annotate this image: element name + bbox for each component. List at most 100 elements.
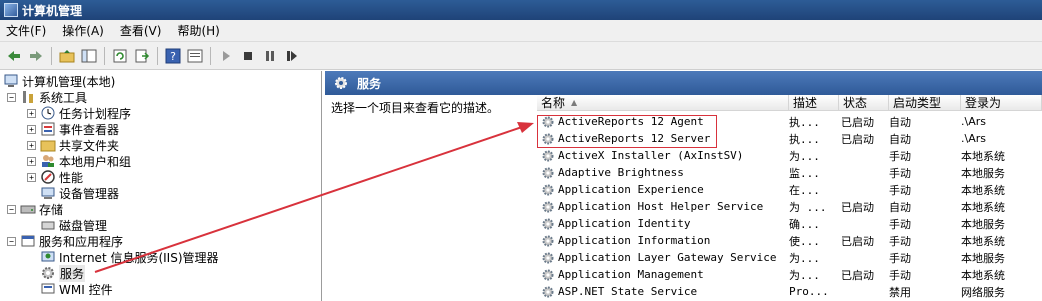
service-startup-cell: 禁用: [889, 285, 911, 299]
export-icon[interactable]: [133, 47, 151, 65]
expand-icon[interactable]: +: [27, 156, 36, 166]
tree-node-iis[interactable]: Internet 信息服务(IIS)管理器: [40, 249, 219, 265]
column-header-status[interactable]: 状态: [839, 95, 889, 111]
table-row[interactable]: ActiveX Installer (AxInstSV) 为... 手动 本地系统: [537, 147, 1042, 164]
refresh-icon[interactable]: [111, 47, 129, 65]
tree-label: 事件查看器: [59, 122, 120, 137]
service-status-cell: 已启动: [841, 132, 874, 146]
service-status-cell: [841, 181, 889, 198]
restart-icon[interactable]: [283, 47, 301, 65]
table-row[interactable]: ASP.NET State Service Pro... 禁用 网络服务: [537, 283, 1042, 300]
tree-label: 共享文件夹: [59, 138, 120, 153]
service-startup-cell: 手动: [889, 268, 911, 282]
back-icon[interactable]: [5, 47, 23, 65]
menu-action[interactable]: 操作(A): [56, 22, 110, 39]
panel-title: 服务: [357, 76, 382, 91]
table-row[interactable]: Application Host Helper Service 为 ... 已启动 自…: [537, 198, 1042, 215]
tree-node-wmi[interactable]: WMI 控件: [40, 281, 113, 297]
menu-help[interactable]: 帮助(H): [171, 22, 225, 39]
table-row[interactable]: Application Identity 确... 手动 本地服务: [537, 215, 1042, 232]
service-startup-cell: 手动: [889, 251, 911, 265]
pause-icon[interactable]: [261, 47, 279, 65]
gear-icon: [542, 218, 554, 229]
show-hide-tree-icon[interactable]: [80, 47, 98, 65]
tree-label: Internet 信息服务(IIS)管理器: [59, 250, 219, 265]
gear-icon: [542, 286, 554, 297]
service-name-cell: ActiveX Installer (AxInstSV): [541, 147, 785, 164]
tree-node-system-tools[interactable]: − 系统工具: [7, 89, 87, 105]
expand-icon[interactable]: +: [27, 124, 36, 134]
tree-node-event-viewer[interactable]: + 事件查看器: [27, 121, 119, 137]
play-icon[interactable]: [217, 47, 235, 65]
service-status-cell: [841, 147, 889, 164]
tree-node-device-manager[interactable]: 设备管理器: [40, 185, 119, 201]
service-logon-cell: .\Ars: [961, 115, 986, 128]
column-header-logon[interactable]: 登录为: [961, 95, 1042, 111]
computer-management-icon: [4, 3, 18, 17]
collapse-icon[interactable]: −: [7, 92, 16, 102]
stop-icon[interactable]: [239, 47, 257, 65]
tree-label: 性能: [59, 170, 84, 185]
service-name-cell: Application Layer Gateway Service: [541, 249, 785, 266]
tree-node-storage[interactable]: − 存储: [7, 201, 63, 217]
column-header-description[interactable]: 描述: [789, 95, 839, 111]
service-name-cell: Application Host Helper Service: [541, 198, 785, 215]
service-startup-cell: 自动: [889, 132, 911, 146]
tree-node-local-users[interactable]: + 本地用户和组: [27, 153, 131, 169]
table-row[interactable]: Application Experience 在... 手动 本地系统: [537, 181, 1042, 198]
tools-icon: [20, 89, 36, 105]
tree-label: 计算机管理(本地): [22, 74, 116, 89]
menu-view[interactable]: 查看(V): [114, 22, 168, 39]
users-icon: [40, 153, 56, 169]
toolbar-separator: [104, 46, 105, 65]
services-pane: 服务 选择一个项目来查看它的描述。 名称 ▲ 描述 状态 启动类型 登录为 Ac…: [325, 71, 1042, 301]
event-viewer-icon: [40, 121, 56, 137]
service-description-cell: 为...: [789, 268, 820, 282]
table-row[interactable]: Adaptive Brightness 监... 手动 本地服务: [537, 164, 1042, 181]
help-icon[interactable]: ?: [164, 47, 182, 65]
column-header-startup[interactable]: 启动类型: [889, 95, 961, 111]
tree-node-performance[interactable]: + 性能: [27, 169, 83, 185]
collapse-icon[interactable]: −: [7, 236, 16, 246]
tree-node-task-scheduler[interactable]: + 任务计划程序: [27, 105, 131, 121]
service-startup-cell: 自动: [889, 115, 911, 129]
storage-icon: [20, 201, 36, 217]
menu-bar: 文件(F) 操作(A) 查看(V) 帮助(H): [0, 20, 1042, 42]
service-logon-cell: 本地服务: [961, 251, 1005, 265]
service-logon-cell: 本地系统: [961, 268, 1005, 282]
table-row[interactable]: Application Layer Gateway Service 为... 手动 本…: [537, 249, 1042, 266]
service-status-cell: [841, 215, 889, 232]
tree-label: 服务: [59, 264, 86, 282]
menu-file[interactable]: 文件(F): [0, 22, 52, 39]
tree-node-services[interactable]: 服务: [40, 264, 86, 282]
service-name: Application Host Helper Service: [558, 200, 764, 213]
iis-icon: [40, 249, 56, 265]
tree-node-disk-management[interactable]: 磁盘管理: [40, 217, 107, 233]
service-name: Application Experience: [558, 183, 704, 196]
tree-node-root[interactable]: 计算机管理(本地): [3, 73, 115, 89]
services-header: 服务: [325, 71, 1042, 95]
gear-icon: [542, 269, 554, 280]
gear-icon: [335, 77, 347, 89]
table-row[interactable]: Application Information 使... 已启动 手动 本地系统: [537, 232, 1042, 249]
service-description-cell: 执...: [789, 115, 820, 129]
tree-node-services-apps[interactable]: − 服务和应用程序: [7, 233, 123, 249]
title-bar: 计算机管理: [0, 0, 1042, 20]
collapse-icon[interactable]: −: [7, 204, 16, 214]
forward-icon[interactable]: [27, 47, 45, 65]
disk-icon: [40, 217, 56, 233]
tree-node-shared-folders[interactable]: + 共享文件夹: [27, 137, 119, 153]
up-folder-icon[interactable]: [58, 47, 76, 65]
expand-icon[interactable]: +: [27, 172, 36, 182]
service-logon-cell: 本地系统: [961, 234, 1005, 248]
expand-icon[interactable]: +: [27, 108, 36, 118]
column-header-name[interactable]: 名称 ▲: [537, 95, 789, 111]
expand-icon[interactable]: +: [27, 140, 36, 150]
properties-icon[interactable]: [186, 47, 204, 65]
table-row[interactable]: Application Management 为... 已启动 手动 本地系统: [537, 266, 1042, 283]
performance-icon: [40, 169, 56, 185]
service-startup-cell: 手动: [889, 183, 911, 197]
service-logon-cell: 本地服务: [961, 166, 1005, 180]
service-description-cell: 在...: [789, 183, 820, 197]
service-name-cell: Application Experience: [541, 181, 785, 198]
